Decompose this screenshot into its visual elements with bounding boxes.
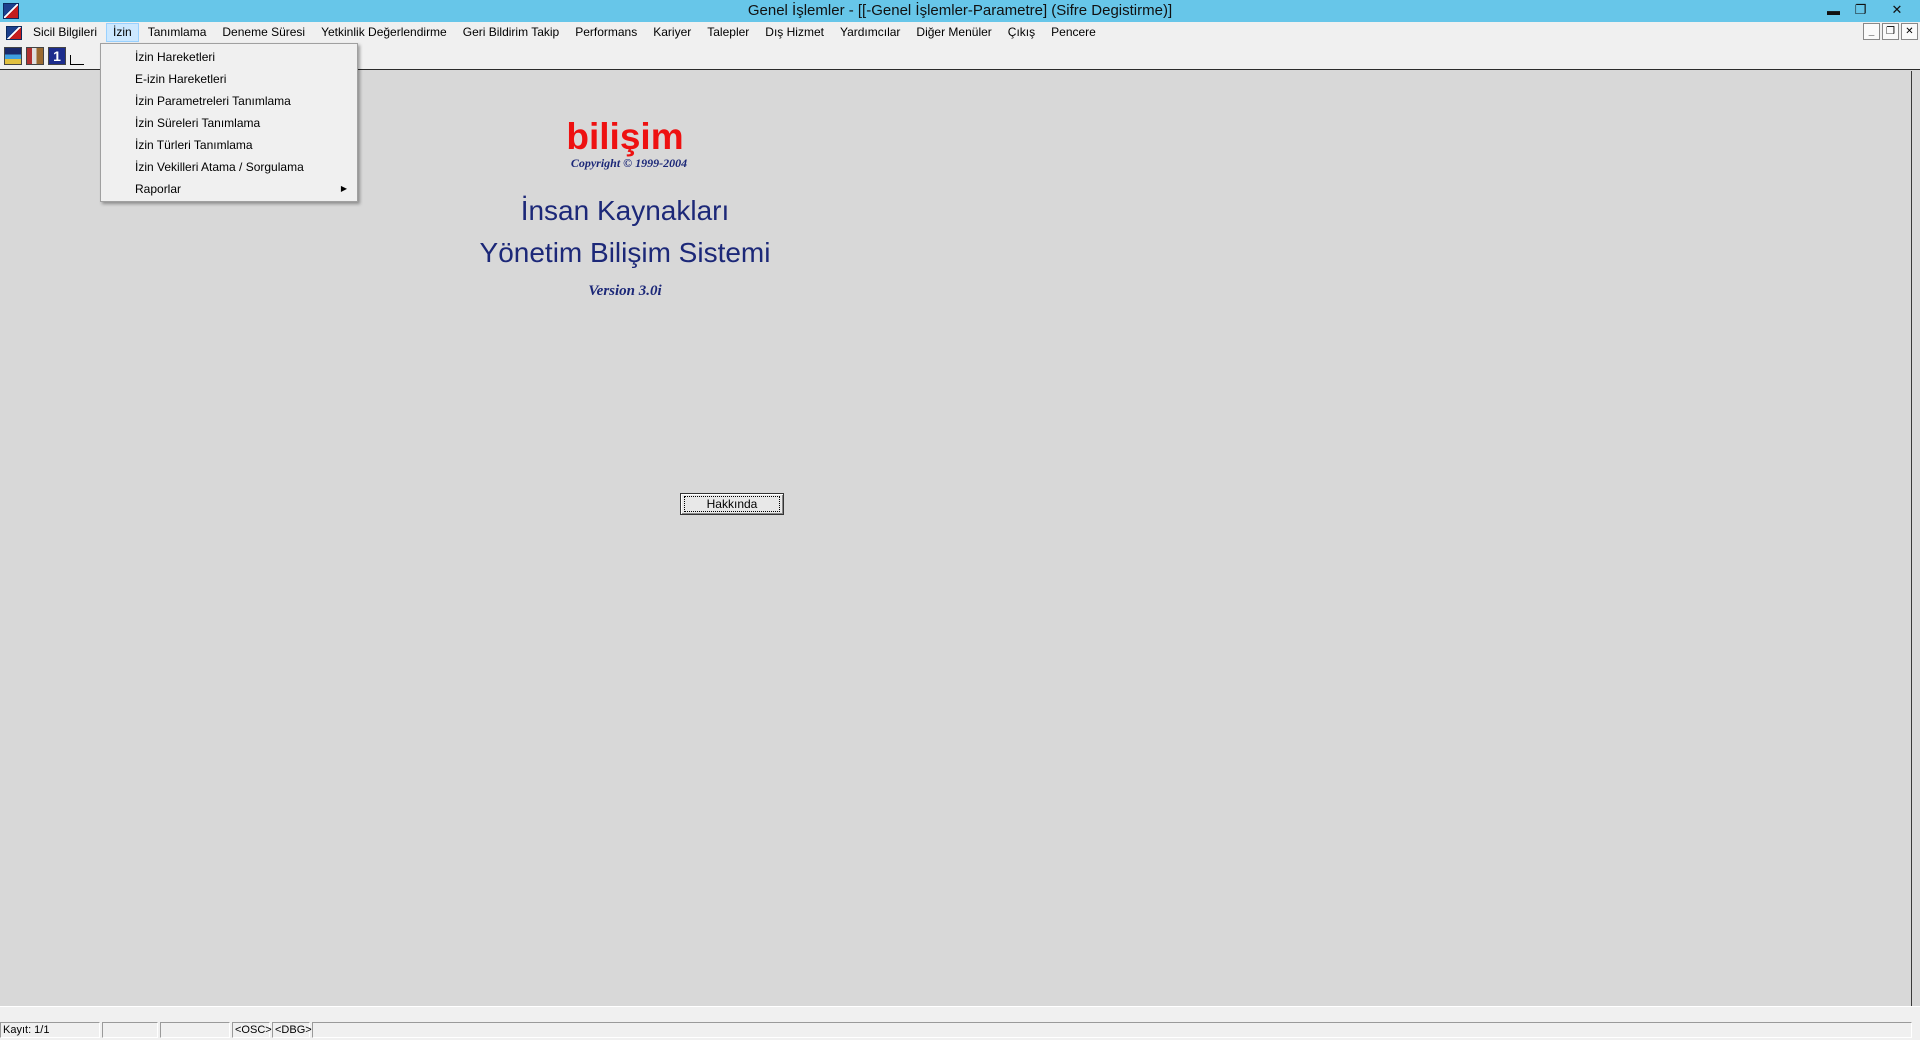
status-panel-empty-1 xyxy=(102,1022,158,1038)
dropdown-item-izin-turleri[interactable]: İzin Türleri Tanımlama xyxy=(101,134,357,156)
dropdown-item-izin-parametreleri[interactable]: İzin Parametreleri Tanımlama xyxy=(101,90,357,112)
copyright-text: Copyright © 1999-2004 xyxy=(570,156,688,170)
status-bar: Kayıt: 1/1 <OSC> <DBG> xyxy=(0,1006,1920,1040)
dropdown-item-label: Raporlar xyxy=(135,182,182,196)
mdi-client-area: bilişim Copyright © 1999-2004 İnsan Kayn… xyxy=(0,71,1920,1006)
dropdown-item-label: İzin Türleri Tanımlama xyxy=(135,138,253,152)
dropdown-item-izin-vekilleri[interactable]: İzin Vekilleri Atama / Sorgulama xyxy=(101,156,357,178)
menu-tanimlama[interactable]: Tanımlama xyxy=(141,23,214,42)
line-icon[interactable] xyxy=(70,55,84,65)
title-bar: Genel İşlemler - [[-Genel İşlemler-Param… xyxy=(0,0,1920,22)
menu-dis-hizmet[interactable]: Dış Hizmet xyxy=(758,23,831,42)
brand-logo: bilişim xyxy=(566,116,684,157)
menu-diger-menuler[interactable]: Diğer Menüler xyxy=(909,23,998,42)
dropdown-item-raporlar[interactable]: Raporlar ▶ xyxy=(101,178,357,200)
menu-izin[interactable]: İzin xyxy=(106,23,139,42)
dropdown-item-label: İzin Vekilleri Atama / Sorgulama xyxy=(135,160,304,174)
dropdown-item-label: E-izin Hareketleri xyxy=(135,72,227,86)
submenu-arrow-icon: ▶ xyxy=(340,184,347,193)
status-panel-empty-2 xyxy=(160,1022,230,1038)
dropdown-item-e-izin-hareketleri[interactable]: E-izin Hareketleri xyxy=(101,68,357,90)
window-border xyxy=(1911,71,1912,1006)
mdi-close-button[interactable]: ✕ xyxy=(1901,23,1918,40)
dropdown-item-izin-sureleri[interactable]: İzin Süreleri Tanımlama xyxy=(101,112,357,134)
menu-sicil-bilgileri[interactable]: Sicil Bilgileri xyxy=(26,23,104,42)
status-record: Kayıt: 1/1 xyxy=(0,1022,100,1038)
status-osc: <OSC> xyxy=(232,1022,272,1038)
dropdown-item-label: İzin Parametreleri Tanımlama xyxy=(135,94,291,108)
about-button-label: Hakkında xyxy=(683,496,781,512)
menu-cikis[interactable]: Çıkış xyxy=(1001,23,1042,42)
document-icon[interactable] xyxy=(6,25,22,40)
books-icon[interactable] xyxy=(26,47,44,65)
dropdown-item-label: İzin Hareketleri xyxy=(135,50,216,64)
mdi-minimize-button[interactable]: _ xyxy=(1863,23,1880,40)
menu-pencere[interactable]: Pencere xyxy=(1044,23,1103,42)
about-button[interactable]: Hakkında xyxy=(680,493,784,515)
window-controls: ▬ ❐ ✕ xyxy=(1820,0,1920,20)
report-icon[interactable] xyxy=(4,47,22,65)
dropdown-item-izin-hareketleri[interactable]: İzin Hareketleri xyxy=(101,46,357,68)
restore-button[interactable]: ❐ xyxy=(1847,0,1874,20)
menu-yetkinlik-degerlendirme[interactable]: Yetkinlik Değerlendirme xyxy=(314,23,454,42)
menu-yardimcilar[interactable]: Yardımcılar xyxy=(833,23,907,42)
menu-bar: Sicil Bilgileri İzin Tanımlama Deneme Sü… xyxy=(0,22,1920,43)
minimize-button[interactable]: ▬ xyxy=(1820,0,1847,20)
version-text: Version 3.0i xyxy=(588,283,662,299)
menu-performans[interactable]: Performans xyxy=(568,23,644,42)
status-panel-message xyxy=(312,1022,1912,1038)
menu-geri-bildirim-takip[interactable]: Geri Bildirim Takip xyxy=(456,23,566,42)
close-button[interactable]: ✕ xyxy=(1874,0,1920,20)
izin-dropdown-menu: İzin Hareketleri E-izin Hareketleri İzin… xyxy=(100,43,358,202)
mdi-restore-button[interactable]: ❐ xyxy=(1882,23,1899,40)
info-icon[interactable]: 1 xyxy=(48,47,66,65)
status-dbg: <DBG> xyxy=(272,1022,312,1038)
menu-kariyer[interactable]: Kariyer xyxy=(646,23,698,42)
mdi-window-controls: _ ❐ ✕ xyxy=(1863,23,1918,40)
menu-deneme-suresi[interactable]: Deneme Süresi xyxy=(215,23,312,42)
menu-talepler[interactable]: Talepler xyxy=(700,23,756,42)
product-title-line2: Yönetim Bilişim Sistemi xyxy=(479,237,771,268)
dropdown-item-label: İzin Süreleri Tanımlama xyxy=(135,116,261,130)
window-title: Genel İşlemler - [[-Genel İşlemler-Param… xyxy=(747,2,1173,19)
product-title-line1: İnsan Kaynakları xyxy=(520,195,730,226)
app-icon[interactable] xyxy=(3,3,19,19)
